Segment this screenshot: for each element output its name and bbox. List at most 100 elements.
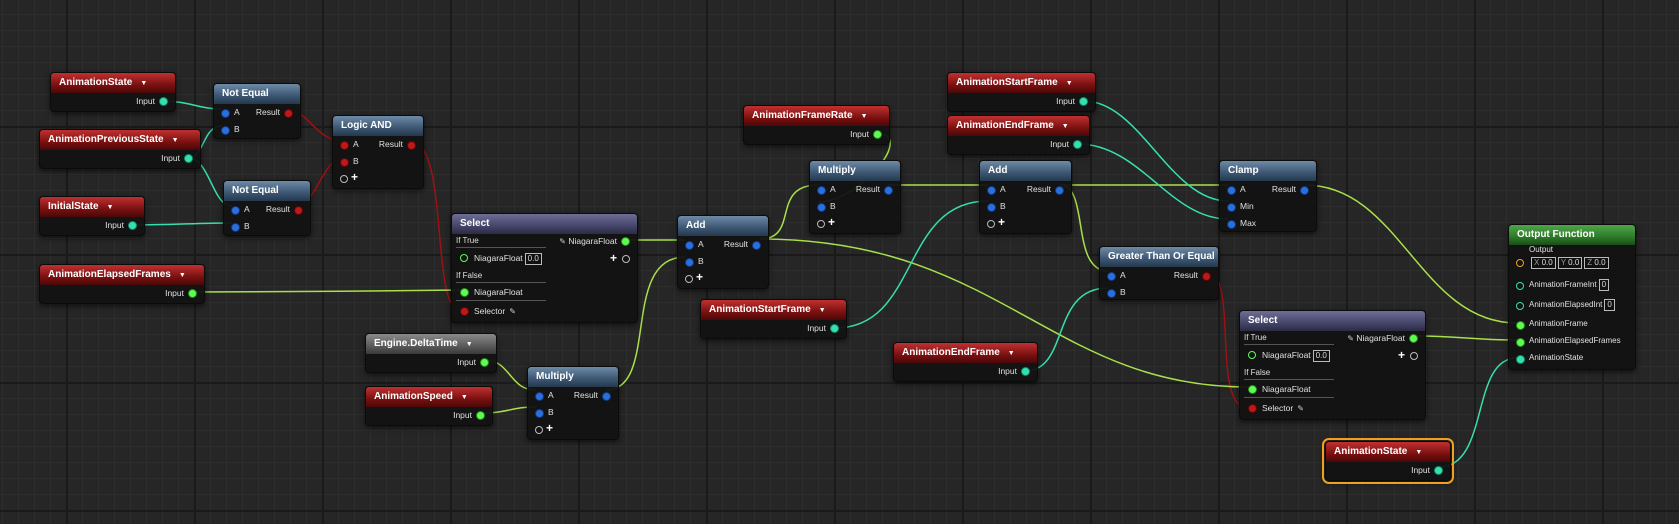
add-pin[interactable] <box>535 426 543 434</box>
x-field[interactable]: X 0.0 <box>1531 256 1556 269</box>
plus-icon[interactable]: + <box>998 216 1005 228</box>
pencil-icon[interactable]: ✎ <box>1297 402 1304 416</box>
input-pin-a[interactable] <box>535 392 544 401</box>
output-pin[interactable] <box>1021 367 1030 376</box>
input-pin-elapsed-int[interactable] <box>1516 302 1524 310</box>
select-node[interactable]: Select If True NiagaraFloat 0.0 If False … <box>451 213 638 323</box>
y-field[interactable]: Y 0.0 <box>1557 256 1583 269</box>
z-field[interactable]: Z 0.0 <box>1584 256 1609 269</box>
animation-previous-state-parameter-node[interactable]: AnimationPreviousState ▼ Input <box>39 129 201 169</box>
output-pin[interactable] <box>476 411 485 420</box>
output-pin-result[interactable] <box>602 392 611 401</box>
animation-end-frame-parameter-node[interactable]: AnimationEndFrame ▼ Input <box>947 115 1090 155</box>
output-pin-result[interactable] <box>752 241 761 250</box>
input-pin-selector[interactable] <box>1248 404 1257 413</box>
value-field[interactable]: 0.0 <box>524 252 542 265</box>
output-pin[interactable] <box>1434 466 1443 475</box>
input-pin-output[interactable] <box>1516 259 1524 267</box>
output-pin[interactable] <box>184 154 193 163</box>
output-pin[interactable] <box>873 130 882 139</box>
output-pin-result[interactable] <box>407 141 416 150</box>
not-equal-node[interactable]: Not Equal A Result B <box>223 180 311 236</box>
output-pin-result[interactable] <box>284 109 293 118</box>
input-pin-a[interactable] <box>987 186 996 195</box>
plus-icon[interactable]: + <box>610 252 617 264</box>
plus-icon[interactable]: + <box>351 171 358 183</box>
output-pin[interactable] <box>621 237 630 246</box>
dropdown-arrow-icon[interactable]: ▼ <box>179 266 186 286</box>
input-pin-state[interactable] <box>1516 355 1525 364</box>
input-pin-min[interactable] <box>1227 203 1236 212</box>
input-pin-if-true[interactable] <box>1248 351 1256 359</box>
add-pin[interactable] <box>340 175 348 183</box>
output-pin-result[interactable] <box>1055 186 1064 195</box>
dropdown-arrow-icon[interactable]: ▼ <box>107 198 114 218</box>
input-pin-elapsed-frames[interactable] <box>1516 338 1525 347</box>
multiply-node[interactable]: Multiply A Result B + <box>809 160 901 234</box>
initial-state-parameter-node[interactable]: InitialState ▼ Input <box>39 196 145 236</box>
add-node[interactable]: Add A Result B + <box>979 160 1072 234</box>
input-pin-b[interactable] <box>340 158 349 167</box>
animation-state-parameter-node[interactable]: AnimationState ▼ Input <box>50 72 176 112</box>
animation-end-frame-parameter-node[interactable]: AnimationEndFrame ▼ Input <box>893 342 1038 382</box>
pencil-icon[interactable]: ✎ <box>509 305 516 319</box>
output-pin-result[interactable] <box>294 206 303 215</box>
output-pin[interactable] <box>128 221 137 230</box>
value-field[interactable]: 0.0 <box>1312 349 1330 362</box>
dropdown-arrow-icon[interactable]: ▼ <box>1066 74 1073 94</box>
input-pin-if-false[interactable] <box>1248 385 1257 394</box>
dropdown-arrow-icon[interactable]: ▼ <box>1415 443 1422 463</box>
greater-than-or-equal-node[interactable]: Greater Than Or Equal A Result B <box>1099 246 1219 300</box>
dropdown-arrow-icon[interactable]: ▼ <box>461 388 468 408</box>
input-pin-b[interactable] <box>535 409 544 418</box>
output-pin-result[interactable] <box>1202 272 1211 281</box>
add-pin[interactable] <box>987 220 995 228</box>
dropdown-arrow-icon[interactable]: ▼ <box>140 74 147 94</box>
dropdown-arrow-icon[interactable]: ▼ <box>1062 117 1069 137</box>
select-node[interactable]: Select If True NiagaraFloat 0.0 If False … <box>1239 310 1426 420</box>
output-pin[interactable] <box>188 289 197 298</box>
clamp-node[interactable]: Clamp A Result Min Max <box>1219 160 1317 232</box>
add-pin[interactable] <box>1410 352 1418 360</box>
dropdown-arrow-icon[interactable]: ▼ <box>1008 344 1015 364</box>
plus-icon[interactable]: + <box>828 216 835 228</box>
input-pin-b[interactable] <box>231 223 240 232</box>
input-pin-selector[interactable] <box>460 307 469 316</box>
plus-icon[interactable]: + <box>696 271 703 283</box>
input-pin-a[interactable] <box>1227 186 1236 195</box>
value-field[interactable]: 0 <box>1598 278 1610 291</box>
input-pin-b[interactable] <box>685 258 694 267</box>
add-pin[interactable] <box>622 255 630 263</box>
value-field[interactable]: 0 <box>1604 298 1615 311</box>
plus-icon[interactable]: + <box>1398 349 1405 361</box>
add-pin[interactable] <box>817 220 825 228</box>
input-pin-a[interactable] <box>221 109 230 118</box>
plus-icon[interactable]: + <box>546 422 553 434</box>
animation-frame-rate-parameter-node[interactable]: AnimationFrameRate ▼ Input <box>743 105 890 145</box>
input-pin-b[interactable] <box>987 203 996 212</box>
engine-delta-time-parameter-node[interactable]: Engine.DeltaTime ▼ Input <box>365 333 497 373</box>
output-pin[interactable] <box>1073 140 1082 149</box>
output-pin[interactable] <box>830 324 839 333</box>
dropdown-arrow-icon[interactable]: ▼ <box>466 335 473 355</box>
output-pin[interactable] <box>159 97 168 106</box>
animation-speed-parameter-node[interactable]: AnimationSpeed ▼ Input <box>365 386 493 426</box>
not-equal-node[interactable]: Not Equal A Result B <box>213 83 301 139</box>
logic-and-node[interactable]: Logic AND A Result B + <box>332 115 424 189</box>
input-pin-if-true[interactable] <box>460 254 468 262</box>
input-pin-a[interactable] <box>340 141 349 150</box>
animation-start-frame-parameter-node[interactable]: AnimationStartFrame ▼ Input <box>700 299 847 339</box>
dropdown-arrow-icon[interactable]: ▼ <box>172 131 179 151</box>
input-pin-a[interactable] <box>685 241 694 250</box>
pencil-icon[interactable]: ✎ <box>559 235 566 249</box>
output-pin[interactable] <box>1409 334 1418 343</box>
output-pin[interactable] <box>1079 97 1088 106</box>
input-pin-frame[interactable] <box>1516 321 1525 330</box>
animation-elapsed-frames-parameter-node[interactable]: AnimationElapsedFrames ▼ Input <box>39 264 205 304</box>
input-pin-max[interactable] <box>1227 220 1236 229</box>
dropdown-arrow-icon[interactable]: ▼ <box>819 301 826 321</box>
output-pin[interactable] <box>480 358 489 367</box>
input-pin-if-false[interactable] <box>460 288 469 297</box>
pencil-icon[interactable]: ✎ <box>1347 332 1354 346</box>
multiply-node[interactable]: Multiply A Result B + <box>527 366 619 440</box>
